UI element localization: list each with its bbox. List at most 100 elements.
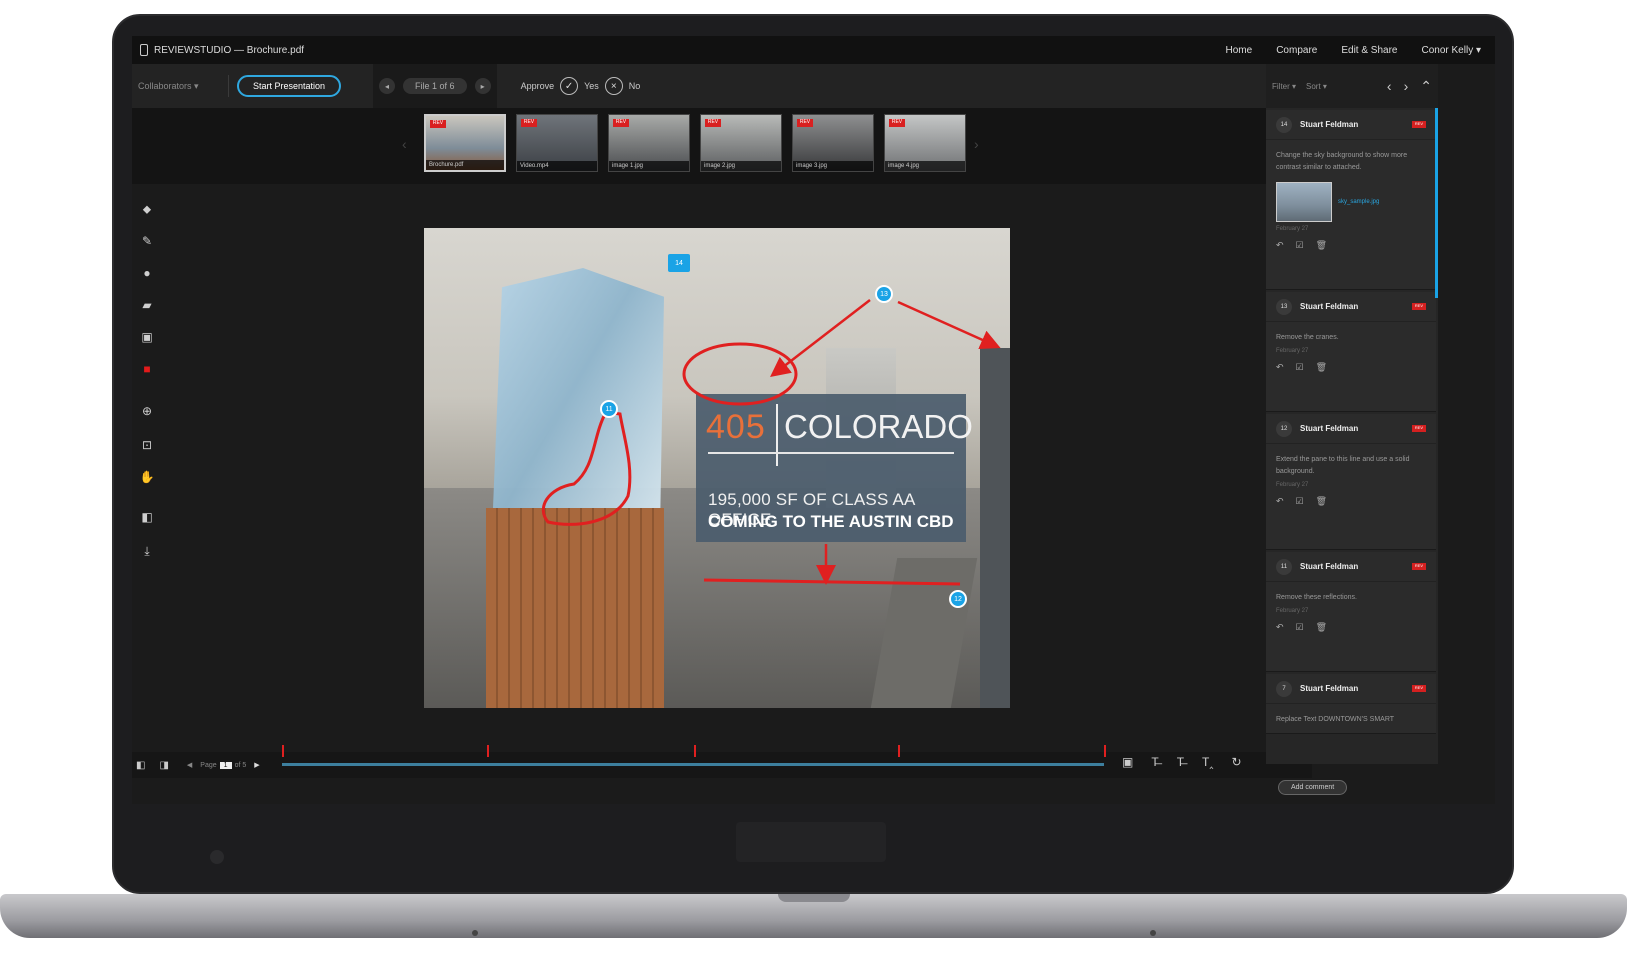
add-comment-button[interactable]: Add comment [1278,780,1348,795]
comment-pin-13[interactable]: 13 [875,285,893,303]
prev-page-icon[interactable]: ◀ [187,761,192,769]
comment-pin-14[interactable]: 14 [668,254,690,272]
next-file-button[interactable]: ▸ [474,78,491,94]
strikethrough-icon[interactable]: T̶ [1151,755,1158,769]
crane-circle-markup [682,342,798,406]
select-icon[interactable]: ⬥ [138,200,156,218]
fit-icon[interactable]: ⊡ [138,436,156,454]
rev-badge: REV [613,119,629,127]
nav-compare[interactable]: Compare [1276,45,1317,56]
replace-text-icon[interactable]: T̶ [1177,755,1184,769]
thumbnail-video[interactable]: REV Video.mp4 [516,114,598,172]
next-comment-icon[interactable]: › [1404,78,1409,95]
thumbnail-image-4[interactable]: REV image 4.jpg [884,114,966,172]
thumbnail-caption: image 3.jpg [793,161,873,171]
resolve-icon[interactable]: ☑ [1296,622,1304,633]
nav-home[interactable]: Home [1226,45,1253,56]
approve-yes-label: Yes [584,81,599,91]
comment-icon[interactable]: ● [138,264,156,282]
rev-badge: REV [430,120,446,128]
start-presentation-button[interactable]: Start Presentation [237,75,342,97]
rev-badge: REV [889,119,905,127]
attachment-link[interactable]: sky_sample.jpg [1338,199,1379,205]
approve-no-icon[interactable]: × [604,77,623,95]
thumbnail-strip: ‹ REV Brochure.pdf REV Video.mp4 REV ima… [132,108,1312,184]
thumbnail-image-3[interactable]: REV image 3.jpg [792,114,874,172]
delete-icon[interactable]: 🗑 [1316,240,1327,251]
app-screen: REVIEWSTUDIO — Brochure.pdf Home Compare… [132,36,1495,804]
compare-icon[interactable]: ◧ [138,508,156,526]
resolve-icon[interactable]: ☑ [1296,362,1304,373]
resolve-icon[interactable]: ☑ [1296,496,1304,507]
thumbnail-image-1[interactable]: REV image 1.jpg [608,114,690,172]
rev-badge: REV [1412,425,1426,432]
sort-dropdown[interactable]: Sort ▾ [1306,82,1327,91]
last-page-icon[interactable]: ◨ [159,760,168,771]
strip-next-icon[interactable]: › [974,136,979,152]
approve-yes-icon[interactable]: ✓ [560,77,579,95]
approve-no-label: No [628,81,641,91]
timeline-marker[interactable] [694,745,696,757]
file-indicator[interactable]: File 1 of 6 [403,78,467,94]
insert-text-icon[interactable]: T‸ [1202,755,1213,769]
comment-card[interactable]: 11 Stuart Feldman REV Remove these refle… [1266,552,1436,672]
delete-icon[interactable]: 🗑 [1316,362,1327,373]
prev-file-button[interactable]: ◂ [379,78,396,94]
timeline-marker[interactable] [898,745,900,757]
top-nav: Home Compare Edit & Share Conor Kelly ▾ [1226,45,1481,56]
download-icon[interactable]: ⤓ [138,542,156,560]
timeline-marker[interactable] [487,745,489,757]
nav-user-menu[interactable]: Conor Kelly ▾ [1422,45,1482,56]
prev-comment-icon[interactable]: ‹ [1387,78,1392,95]
color-swatch-icon[interactable]: ■ [138,360,156,378]
markup-toolbar: ⬥ ✎ ● ▰ ▣ ■ ⊕ ⊡ ✋ ◧ ⤓ [132,184,164,784]
collapse-icon[interactable]: ⌃ [1420,78,1432,95]
reply-icon[interactable]: ↶ [1276,622,1284,633]
reply-icon[interactable]: ↶ [1276,496,1284,507]
highlighter-icon[interactable]: ▰ [138,296,156,314]
zoom-icon[interactable]: ⊕ [138,402,156,420]
refresh-icon[interactable]: ↻ [1231,755,1241,769]
app-logo-icon [140,44,148,56]
thumbnail-image-2[interactable]: REV image 2.jpg [700,114,782,172]
attachment-thumbnail[interactable] [1276,182,1332,222]
comment-card[interactable]: 13 Stuart Feldman REV Remove the cranes.… [1266,292,1436,412]
rev-badge: REV [705,119,721,127]
pan-hand-icon[interactable]: ✋ [138,468,156,486]
comment-pin-11[interactable]: 11 [600,400,618,418]
next-page-icon[interactable]: ▶ [254,761,259,769]
filter-dropdown[interactable]: Filter ▾ [1272,82,1296,91]
arrow-to-crane [770,299,871,378]
comment-card[interactable]: 14 Stuart Feldman REV Change the sky bac… [1266,110,1436,290]
first-page-icon[interactable]: ◧ [136,760,145,771]
reflection-outline-markup [541,410,632,526]
markup-overlay [541,299,1001,586]
rev-badge: REV [1412,303,1426,310]
page-input[interactable]: 1 [219,761,232,769]
nav-edit-share[interactable]: Edit & Share [1341,45,1397,56]
proof-canvas[interactable]: 405 COLORADO 195,000 SF OF CLASS AA OFFI… [424,228,1010,708]
reply-icon[interactable]: ↶ [1276,362,1284,373]
resolve-icon[interactable]: ☑ [1296,240,1304,251]
reply-icon[interactable]: ↶ [1276,240,1284,251]
page-timeline[interactable] [282,763,1104,766]
delete-icon[interactable]: 🗑 [1316,496,1327,507]
collaborators-dropdown[interactable]: Collaborators ▾ [138,81,220,92]
comments-scrollbar[interactable] [1435,108,1438,298]
pen-icon[interactable]: ✎ [138,232,156,250]
delete-icon[interactable]: 🗑 [1316,622,1327,633]
comment-attachment[interactable]: sky_sample.jpg [1266,178,1436,226]
timeline-marker[interactable] [1104,745,1106,757]
text-box-tool-icon[interactable]: ▣ [1122,755,1133,769]
comment-pin-12[interactable]: 12 [949,590,967,608]
strip-prev-icon[interactable]: ‹ [402,136,407,152]
comment-text: Remove the cranes. [1276,334,1339,341]
page-total: of 5 [234,761,247,769]
approve-group: Approve ✓ Yes × No [521,77,641,95]
text-box-icon[interactable]: ▣ [138,328,156,346]
timeline-marker[interactable] [282,745,284,757]
extend-line-markup [703,578,961,586]
comment-card[interactable]: 12 Stuart Feldman REV Extend the pane to… [1266,414,1436,550]
thumbnail-brochure[interactable]: REV Brochure.pdf [424,114,506,172]
comment-card[interactable]: 7 Stuart Feldman REV Replace Text DOWNTO… [1266,674,1436,734]
